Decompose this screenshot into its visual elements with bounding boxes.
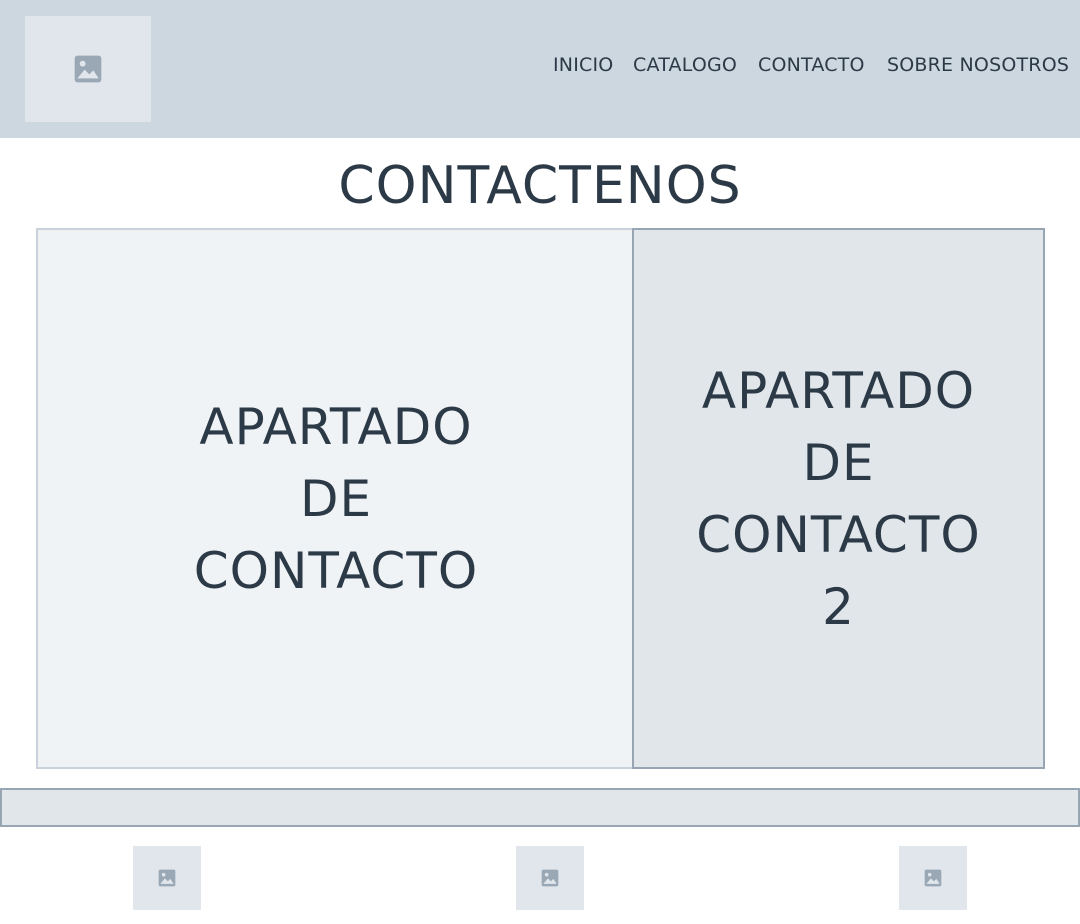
contact-section-2-label: APARTADO DE CONTACTO 2	[696, 361, 981, 636]
logo-placeholder[interactable]	[25, 16, 151, 122]
footer-image-1[interactable]	[133, 846, 201, 910]
image-placeholder-icon	[540, 868, 560, 888]
contact-section-1: APARTADO DE CONTACTO	[36, 228, 634, 769]
contact-section-2: APARTADO DE CONTACTO 2	[632, 228, 1045, 769]
nav-catalogo[interactable]: CATALOGO	[633, 52, 737, 78]
footer-image-3[interactable]	[899, 846, 967, 910]
footer-image-2[interactable]	[516, 846, 584, 910]
image-placeholder-icon	[157, 868, 177, 888]
site-header: INICIO CATALOGO CONTACTO SOBRE NOSOTROS	[0, 0, 1080, 138]
contact-section-1-label: APARTADO DE CONTACTO	[193, 397, 479, 600]
nav-inicio[interactable]: INICIO	[553, 52, 613, 78]
nav-contacto[interactable]: CONTACTO	[758, 52, 865, 78]
nav-sobre-nosotros[interactable]: SOBRE NOSOTROS	[887, 52, 1069, 78]
page-title: CONTACTENOS	[338, 156, 742, 216]
footer-bar	[0, 788, 1080, 827]
image-placeholder-icon	[72, 53, 104, 85]
image-placeholder-icon	[923, 868, 943, 888]
